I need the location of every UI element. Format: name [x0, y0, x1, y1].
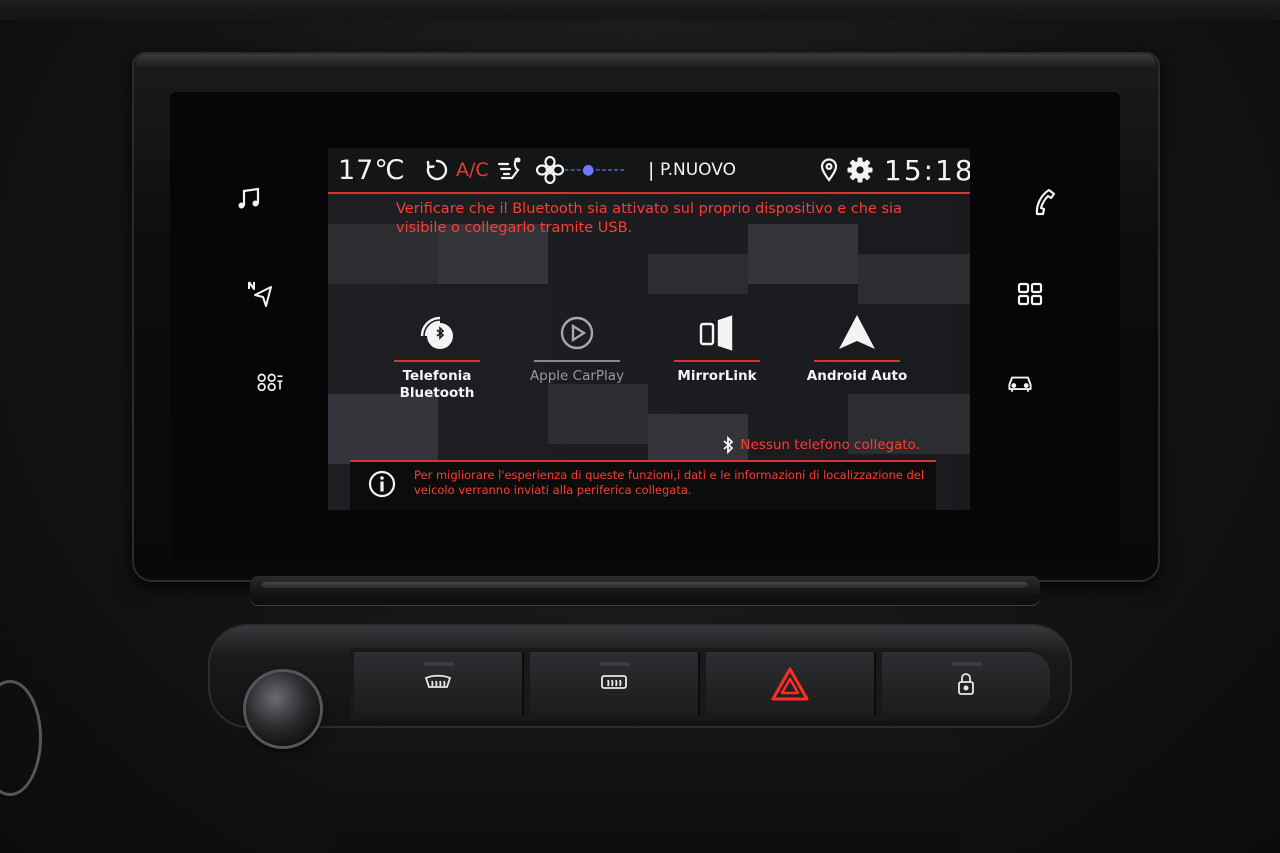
- clock[interactable]: 15:18: [884, 148, 970, 192]
- bluetooth-icon: [723, 436, 734, 454]
- car-icon[interactable]: [1000, 362, 1040, 402]
- hazard-icon: [771, 667, 809, 701]
- navigation-icon[interactable]: [240, 274, 280, 314]
- fan-level-indicator[interactable]: ---●-----: [564, 148, 626, 192]
- status-separator: |: [648, 159, 655, 181]
- info-bar: Per migliorare l'esperienza di queste fu…: [350, 460, 936, 510]
- music-note-icon[interactable]: [230, 178, 270, 218]
- app-telefonia-bluetooth[interactable]: Telefonia Bluetooth: [382, 310, 492, 402]
- windshield-defrost-button[interactable]: [354, 652, 524, 716]
- ac-indicator[interactable]: A/C: [456, 148, 489, 192]
- infotainment-screen: 17℃ A/C ---●----- | P.NUOVO 15:18 Verifi…: [328, 148, 970, 510]
- audio-source[interactable]: P.NUOVO: [660, 148, 736, 192]
- fan-icon[interactable]: [536, 148, 564, 192]
- driving-aids-icon[interactable]: [250, 362, 290, 402]
- app-underline: [674, 360, 760, 362]
- bluetooth-status-text: Nessun telefono collegato.: [740, 437, 920, 453]
- app-label-line2: Bluetooth: [399, 385, 475, 401]
- app-label-line1: Telefonia: [402, 368, 472, 384]
- gear-icon[interactable]: [846, 148, 874, 192]
- status-bar: 17℃ A/C ---●----- | P.NUOVO 15:18: [328, 148, 970, 194]
- location-pin-icon[interactable]: [820, 148, 838, 192]
- bg-tile: [858, 254, 970, 304]
- bg-tile: [648, 254, 748, 294]
- app-apple-carplay[interactable]: Apple CarPlay: [522, 310, 632, 385]
- app-mirrorlink[interactable]: MirrorLink: [662, 310, 772, 385]
- dashboard-top: [0, 0, 1280, 20]
- central-lock-button[interactable]: [882, 652, 1050, 716]
- app-label-line1: Android Auto: [806, 368, 908, 384]
- rear-defrost-button[interactable]: [530, 652, 700, 716]
- button-led: [600, 662, 630, 666]
- button-led: [424, 662, 454, 666]
- slot-highlight: [262, 582, 1028, 588]
- volume-knob[interactable]: [246, 672, 320, 746]
- bg-tile: [328, 394, 438, 464]
- bluetooth-warning-message: Verificare che il Bluetooth sia attivato…: [396, 201, 902, 236]
- bluetooth-status: Nessun telefono collegato.: [722, 436, 920, 454]
- apps-grid-icon[interactable]: [1010, 274, 1050, 314]
- info-message: Per migliorare l'esperienza di queste fu…: [414, 468, 925, 497]
- windshield-defrost-icon: [424, 674, 452, 688]
- app-label-line1: Apple CarPlay: [529, 368, 625, 384]
- steering-column-ring: [0, 680, 42, 796]
- cabin-temperature[interactable]: 17℃: [338, 148, 406, 192]
- app-label-line1: MirrorLink: [677, 368, 757, 384]
- air-distribution-icon[interactable]: [496, 148, 526, 192]
- mirror-phone-icon: [662, 310, 772, 356]
- bg-tile: [548, 384, 648, 444]
- lock-icon: [958, 673, 974, 695]
- button-led: [952, 662, 982, 666]
- android-auto-icon: [802, 310, 912, 356]
- app-underline: [534, 360, 620, 362]
- recirculation-icon[interactable]: [424, 148, 450, 192]
- app-underline: [814, 360, 900, 362]
- bezel-edge: [136, 54, 1156, 68]
- phone-icon[interactable]: [1024, 182, 1064, 222]
- play-circle-icon: [522, 310, 632, 356]
- hazard-button[interactable]: [706, 652, 876, 716]
- app-underline: [394, 360, 480, 362]
- lower-console: [330, 728, 960, 853]
- fan-level-text: ---●-----: [564, 162, 626, 178]
- app-android-auto[interactable]: Android Auto: [802, 310, 912, 385]
- bluetooth-phone-icon: [382, 310, 492, 356]
- info-icon: [368, 470, 396, 498]
- dashboard-slot: [250, 576, 1040, 606]
- rear-defrost-icon: [601, 675, 627, 689]
